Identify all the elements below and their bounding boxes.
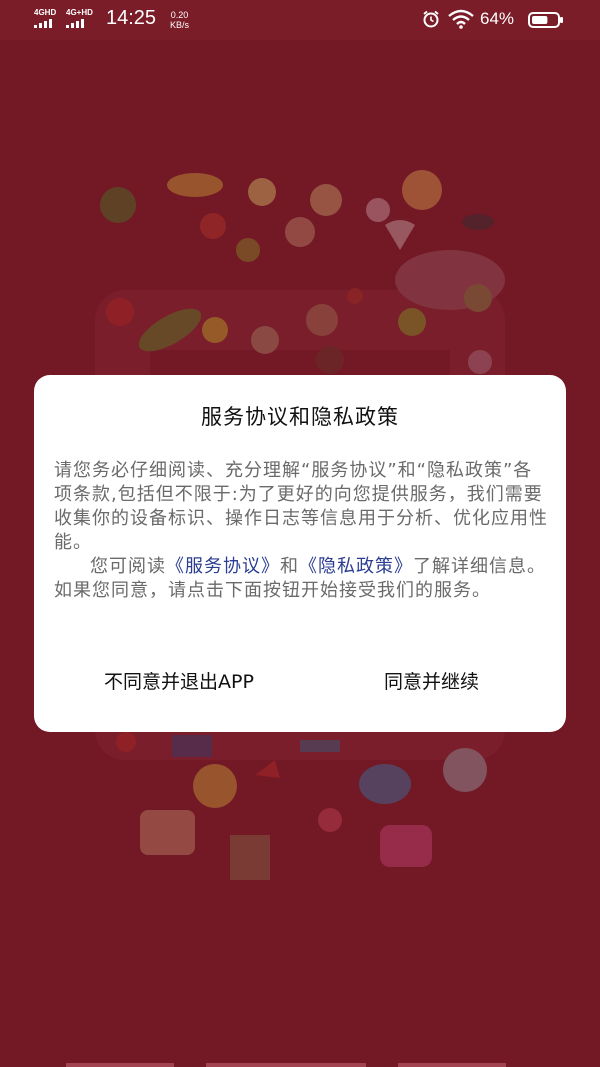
nav-bar-hint [66,1063,174,1067]
speed-unit: KB/s [170,20,190,30]
nav-bar-hint [206,1063,366,1067]
dialog-body: 请您务必仔细阅读、充分理解“服务协议”和“隐私政策”各项条款,包括但不限于:为了… [54,459,550,603]
privacy-policy-link[interactable]: 《隐私政策》 [299,556,413,577]
paragraph-conjunction: 和 [280,556,299,577]
network-speed: 0.20 KB/s [170,10,189,30]
privacy-dialog: 服务协议和隐私政策 请您务必仔细阅读、充分理解“服务协议”和“隐私政策”各项条款… [34,375,566,732]
status-bar: 4GHD 4G+HD 14:25 0.20 KB/s 64% [0,0,600,40]
sim2-label: 4G+HD [66,8,93,17]
signal-icon: 4G+HD [66,8,93,28]
speed-value: 0.20 [170,10,189,20]
wifi-icon [448,9,474,29]
sim1-label: 4GHD [34,8,57,17]
agree-continue-button[interactable]: 同意并继续 [376,663,487,698]
dialog-paragraph-terms: 请您务必仔细阅读、充分理解“服务协议”和“隐私政策”各项条款,包括但不限于:为了… [54,460,548,553]
paragraph-prefix: 您可阅读 [90,556,166,577]
service-agreement-link[interactable]: 《服务协议》 [166,556,280,577]
alarm-icon [423,10,439,28]
clock: 14:25 [106,7,157,29]
decline-exit-button[interactable]: 不同意并退出APP [96,663,262,698]
signal-icon: 4GHD [34,8,56,28]
battery-percent: 64% [480,9,515,28]
dialog-title: 服务协议和隐私政策 [201,405,399,429]
dialog-paragraph-links: 您可阅读《服务协议》和《隐私政策》了解详细信息。如果您同意，请点击下面按钮开始接… [54,555,550,603]
nav-bar-hint [398,1063,506,1067]
battery-icon [528,12,563,28]
